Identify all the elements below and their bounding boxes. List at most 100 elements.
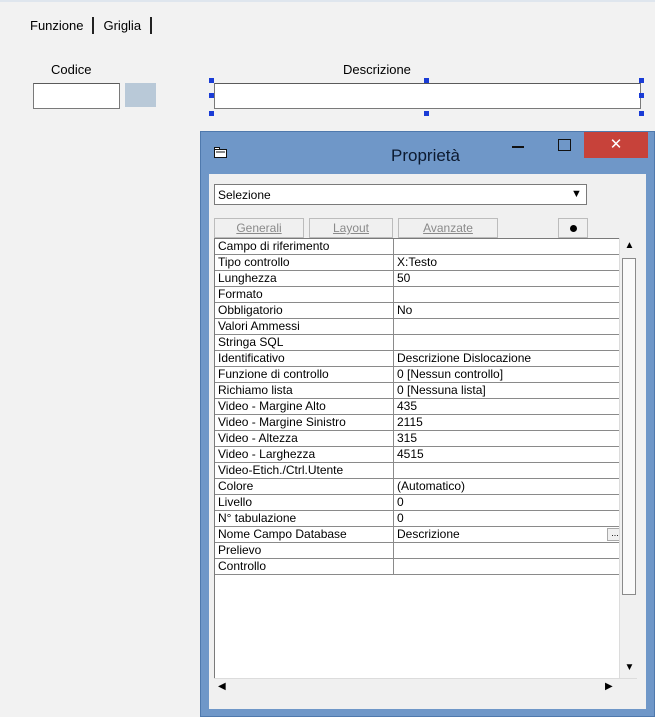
property-value[interactable]: Descrizione Dislocazione	[394, 351, 625, 366]
chevron-down-icon[interactable]: ▼	[568, 186, 585, 203]
resize-handle[interactable]	[209, 111, 214, 116]
property-row[interactable]: Livello 0	[215, 495, 625, 511]
tab-griglia[interactable]: Griglia	[94, 16, 153, 34]
resize-handle[interactable]	[424, 78, 429, 83]
property-row[interactable]: Valori Ammessi	[215, 319, 625, 335]
property-row[interactable]: Identificativo Descrizione Dislocazione	[215, 351, 625, 367]
resize-handle[interactable]	[639, 78, 644, 83]
property-row[interactable]: Formato	[215, 287, 625, 303]
scroll-up-icon[interactable]: ▲	[623, 240, 636, 251]
scrollbar-thumb[interactable]	[622, 258, 636, 595]
property-name: Valori Ammessi	[215, 319, 394, 334]
property-row[interactable]: Video - Altezza 315	[215, 431, 625, 447]
property-value[interactable]	[394, 543, 625, 558]
property-value-text: 50	[397, 271, 411, 285]
action-button[interactable]	[558, 218, 588, 238]
property-name: Video-Etich./Ctrl.Utente	[215, 463, 394, 478]
property-name: Stringa SQL	[215, 335, 394, 350]
property-value-text: 4515	[397, 447, 424, 461]
property-value[interactable]	[394, 319, 625, 334]
layout-button[interactable]: Layout	[309, 218, 393, 238]
title-bar[interactable]: Proprietà ✕	[201, 132, 654, 174]
property-value[interactable]: 2115	[394, 415, 625, 430]
codice-label: Codice	[51, 62, 92, 77]
property-value[interactable]: (Automatico)	[394, 479, 625, 494]
resize-handle[interactable]	[639, 93, 644, 98]
property-value[interactable]	[394, 559, 625, 574]
property-name: Campo di riferimento	[215, 239, 394, 254]
property-value[interactable]: No	[394, 303, 625, 318]
property-value-text: 0 [Nessun controllo]	[397, 367, 504, 381]
horizontal-scrollbar[interactable]: ◀ ▶	[214, 678, 637, 697]
property-name: Video - Altezza	[215, 431, 394, 446]
property-value[interactable]: 0	[394, 511, 625, 526]
minimize-icon[interactable]	[511, 140, 525, 154]
resize-handle[interactable]	[424, 111, 429, 116]
property-row[interactable]: Controllo	[215, 559, 625, 575]
property-name: Identificativo	[215, 351, 394, 366]
property-value[interactable]	[394, 287, 625, 302]
descrizione-label: Descrizione	[343, 62, 411, 77]
window-client-area: Selezione ▼ Generali Layout Avanzate Cam…	[209, 174, 646, 709]
property-row[interactable]: Colore (Automatico)	[215, 479, 625, 495]
scroll-left-icon[interactable]: ◀	[218, 681, 226, 692]
property-value-text: 0	[397, 495, 404, 509]
property-row[interactable]: Nome Campo Database Descrizione...	[215, 527, 625, 543]
property-value[interactable]: 0 [Nessun controllo]	[394, 367, 625, 382]
property-value[interactable]	[394, 239, 625, 254]
property-row[interactable]: Funzione di controllo 0 [Nessun controllo…	[215, 367, 625, 383]
property-row[interactable]: Stringa SQL	[215, 335, 625, 351]
property-row[interactable]: Video - Margine Alto 435	[215, 399, 625, 415]
properties-window: Proprietà ✕ Selezione ▼ Generali Layout …	[200, 131, 655, 717]
property-value-text: 315	[397, 431, 418, 445]
scroll-right-icon[interactable]: ▶	[605, 681, 613, 692]
codice-input[interactable]	[33, 83, 120, 109]
property-value[interactable]: 435	[394, 399, 625, 414]
window-title: Proprietà	[391, 146, 460, 165]
property-value-text: Descrizione	[397, 527, 460, 541]
property-value[interactable]: 0 [Nessuna lista]	[394, 383, 625, 398]
property-row[interactable]: Lunghezza 50	[215, 271, 625, 287]
property-row[interactable]: Richiamo lista 0 [Nessuna lista]	[215, 383, 625, 399]
property-value-text: Descrizione Dislocazione	[397, 351, 532, 365]
generali-button[interactable]: Generali	[214, 218, 304, 238]
property-row[interactable]: Campo di riferimento	[215, 239, 625, 255]
property-row[interactable]: Video-Etich./Ctrl.Utente	[215, 463, 625, 479]
property-row[interactable]: Tipo controllo X:Testo	[215, 255, 625, 271]
descrizione-input[interactable]	[214, 83, 641, 109]
scroll-down-icon[interactable]: ▼	[623, 662, 636, 673]
resize-handle[interactable]	[209, 93, 214, 98]
property-value[interactable]	[394, 335, 625, 350]
property-row[interactable]: Obbligatorio No	[215, 303, 625, 319]
property-row[interactable]: Video - Margine Sinistro 2115	[215, 415, 625, 431]
property-name: Video - Margine Alto	[215, 399, 394, 414]
property-row[interactable]: Video - Larghezza 4515	[215, 447, 625, 463]
property-name: Controllo	[215, 559, 394, 574]
codice-lookup-button[interactable]	[125, 83, 156, 107]
property-value[interactable]	[394, 463, 625, 478]
avanzate-button[interactable]: Avanzate	[398, 218, 498, 238]
property-value[interactable]: 4515	[394, 447, 625, 462]
property-name: Video - Margine Sinistro	[215, 415, 394, 430]
vertical-scrollbar[interactable]: ▲ ▼	[619, 238, 639, 678]
properties-grid: Campo di riferimento Tipo controllo X:Test…	[214, 238, 626, 695]
selection-value: Selezione	[218, 188, 271, 202]
property-value[interactable]: X:Testo	[394, 255, 625, 270]
resize-handle[interactable]	[639, 111, 644, 116]
property-name: Formato	[215, 287, 394, 302]
bullet-icon	[570, 225, 577, 232]
property-row[interactable]: N° tabulazione 0	[215, 511, 625, 527]
property-value[interactable]: 50	[394, 271, 625, 286]
property-name: Tipo controllo	[215, 255, 394, 270]
property-name: N° tabulazione	[215, 511, 394, 526]
close-button[interactable]: ✕	[584, 132, 648, 158]
property-value-text: 435	[397, 399, 418, 413]
property-value[interactable]: 315	[394, 431, 625, 446]
property-value[interactable]: 0	[394, 495, 625, 510]
resize-handle[interactable]	[209, 78, 214, 83]
maximize-icon[interactable]	[558, 139, 571, 151]
selection-dropdown[interactable]: Selezione ▼	[214, 184, 587, 205]
property-row[interactable]: Prelievo	[215, 543, 625, 559]
tab-funzione[interactable]: Funzione	[0, 16, 95, 34]
property-value[interactable]: Descrizione...	[394, 527, 625, 542]
